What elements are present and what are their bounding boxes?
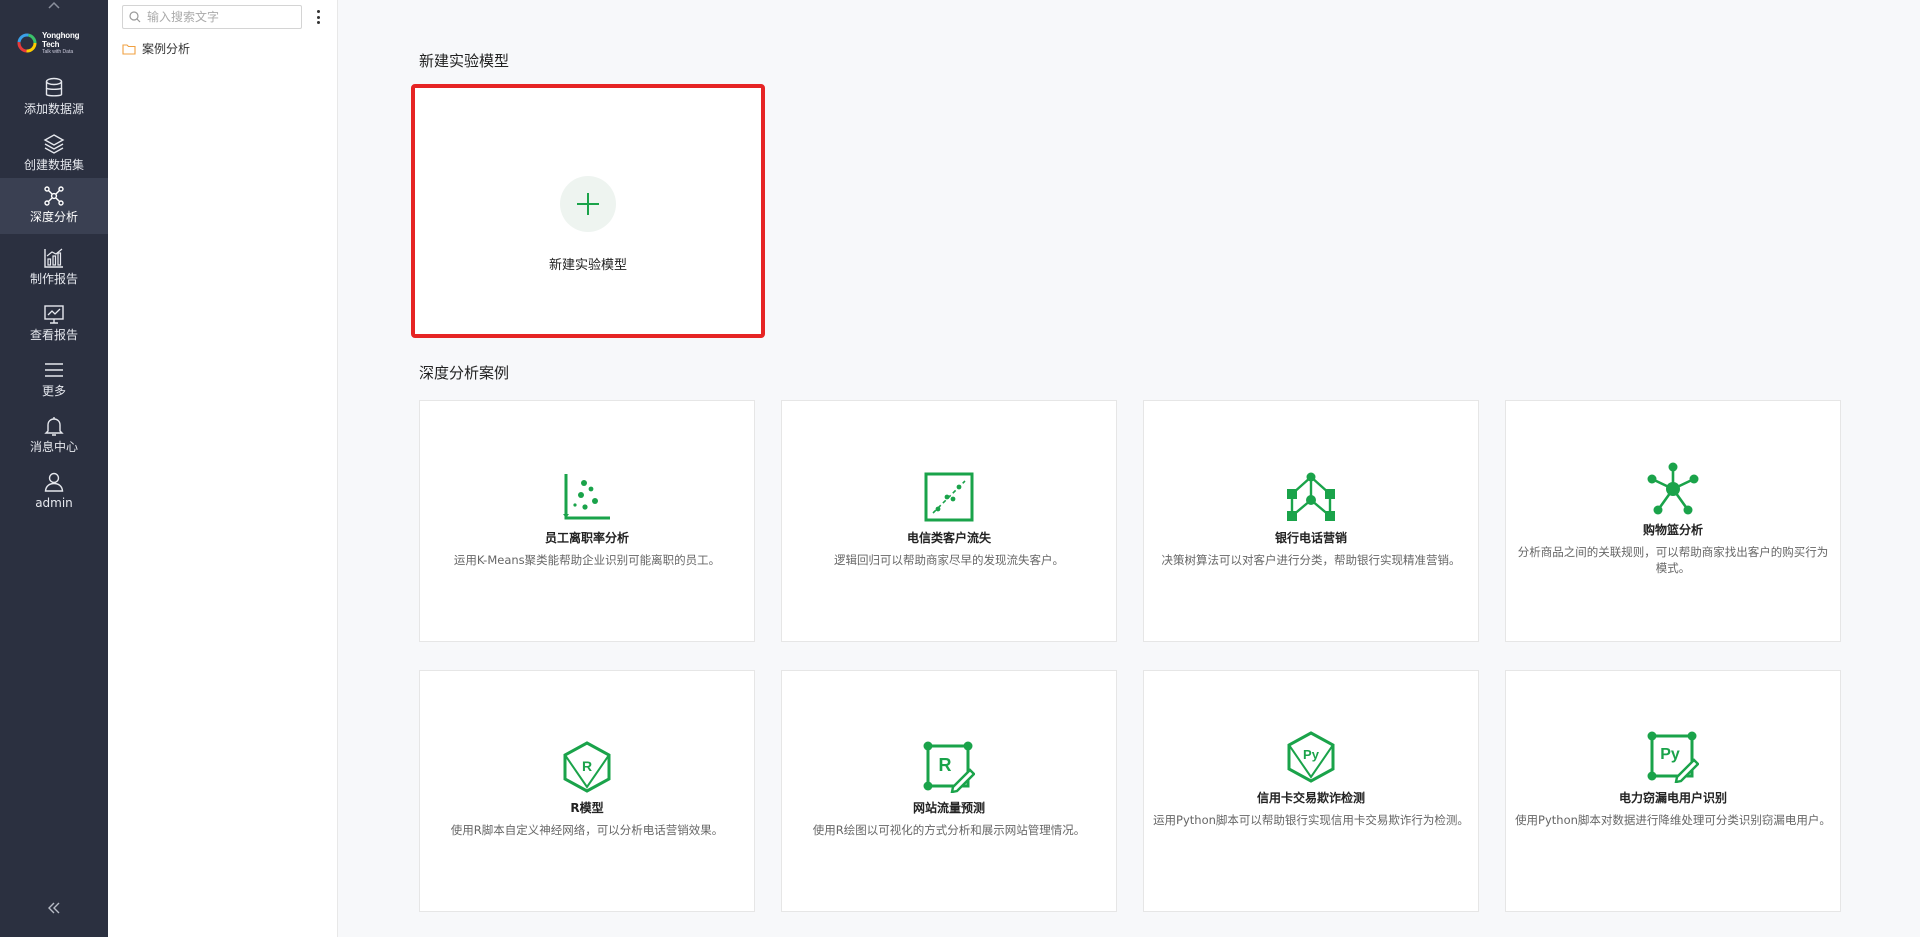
nav-item-add-datasource[interactable]: 添加数据源 <box>0 70 108 126</box>
svg-text:R: R <box>582 758 592 774</box>
nav-label: 制作报告 <box>29 272 78 286</box>
new-model-section-title: 新建实验模型 <box>419 52 510 70</box>
case-desc: 分析商品之间的关联规则，可以帮助商家找出客户的购买行为模式。 <box>1517 545 1829 575</box>
bar-chart-icon <box>44 248 63 268</box>
more-options-icon[interactable] <box>312 8 324 26</box>
main-content: 新建实验模型 新建实验模型 深度分析案例 员工离职率分析 运用K-Means聚类… <box>339 0 1920 937</box>
nav-item-more[interactable]: 更多 <box>0 352 108 408</box>
case-title: R模型 <box>570 801 604 815</box>
decision-tree-icon <box>1283 469 1339 525</box>
r-chart-icon: R <box>921 739 977 795</box>
network-icon <box>44 186 64 206</box>
nav-label: 创建数据集 <box>23 158 84 172</box>
bell-icon <box>44 417 64 436</box>
python-model-icon: Py <box>1283 729 1339 785</box>
chevron-up-icon[interactable] <box>0 0 108 12</box>
new-model-card[interactable]: 新建实验模型 <box>411 84 765 338</box>
nav-item-user[interactable]: admin <box>0 464 108 520</box>
case-title: 信用卡交易欺诈检测 <box>1256 791 1365 805</box>
nav-item-make-report[interactable]: 制作报告 <box>0 240 108 296</box>
nav-label: 查看报告 <box>29 328 78 342</box>
case-desc: 运用Python脚本可以帮助银行实现信用卡交易欺诈行为检测。 <box>1153 813 1469 827</box>
case-title: 购物篮分析 <box>1642 523 1703 537</box>
case-card-market-basket[interactable]: 购物篮分析 分析商品之间的关联规则，可以帮助商家找出客户的购买行为模式。 <box>1505 400 1841 642</box>
nav-label: admin <box>35 496 73 510</box>
tree-folder-case-analysis[interactable]: 案例分析 <box>122 40 190 57</box>
monitor-chart-icon <box>44 305 64 324</box>
left-nav: Yonghong Tech Talk with Data 添加数据源 创建数据集… <box>0 0 108 937</box>
r-model-icon: R <box>559 739 615 795</box>
case-card-credit-fraud[interactable]: Py 信用卡交易欺诈检测 运用Python脚本可以帮助银行实现信用卡交易欺诈行为… <box>1143 670 1479 912</box>
nav-label: 深度分析 <box>29 210 78 224</box>
search-box <box>122 5 302 29</box>
python-chart-icon: Py <box>1645 729 1701 785</box>
tree-panel: 案例分析 <box>108 0 338 937</box>
nav-label: 消息中心 <box>29 440 78 454</box>
svg-text:Py: Py <box>1660 746 1680 763</box>
case-desc: 使用R脚本自定义神经网络，可以分析电话营销效果。 <box>450 823 724 837</box>
regression-icon <box>921 469 977 525</box>
case-desc: 逻辑回归可以帮助商家尽早的发现流失客户。 <box>834 553 1064 567</box>
cases-section-title: 深度分析案例 <box>419 364 510 382</box>
search-input[interactable] <box>147 10 287 24</box>
case-desc: 使用R绘图以可视化的方式分析和展示网站管理情况。 <box>812 823 1086 837</box>
case-title: 网站流量预测 <box>912 801 985 815</box>
brand-name: Yonghong Tech <box>42 31 80 49</box>
search-icon <box>129 11 141 23</box>
case-card-telecom-churn[interactable]: 电信类客户流失 逻辑回归可以帮助商家尽早的发现流失客户。 <box>781 400 1117 642</box>
case-title: 员工离职率分析 <box>544 531 629 545</box>
case-desc: 使用Python脚本对数据进行降维处理可分类识别窃漏电用户。 <box>1515 813 1831 827</box>
case-desc: 运用K-Means聚类能帮助企业识别可能离职的员工。 <box>453 553 721 567</box>
case-card-r-model[interactable]: R R模型 使用R脚本自定义神经网络，可以分析电话营销效果。 <box>419 670 755 912</box>
brand-logo: Yonghong Tech Talk with Data <box>16 22 96 64</box>
case-title: 电信类客户流失 <box>906 531 991 545</box>
menu-icon <box>45 363 63 377</box>
case-card-employee-attrition[interactable]: 员工离职率分析 运用K-Means聚类能帮助企业识别可能离职的员工。 <box>419 400 755 642</box>
scatter-plot-icon <box>559 469 615 525</box>
case-card-bank-telemarketing[interactable]: 银行电话营销 决策树算法可以对客户进行分类，帮助银行实现精准营销。 <box>1143 400 1479 642</box>
nav-item-create-dataset[interactable]: 创建数据集 <box>0 126 108 182</box>
nav-label: 更多 <box>41 384 66 398</box>
database-icon <box>45 77 63 97</box>
folder-icon <box>122 43 136 55</box>
user-icon <box>44 472 64 492</box>
layers-icon <box>43 134 65 154</box>
tree-folder-label: 案例分析 <box>142 42 191 56</box>
logo-icon <box>16 32 38 54</box>
case-title: 电力窃漏电用户识别 <box>1618 791 1727 805</box>
svg-text:Py: Py <box>1303 747 1320 762</box>
case-desc: 决策树算法可以对客户进行分类，帮助银行实现精准营销。 <box>1161 553 1461 567</box>
case-card-electricity-theft[interactable]: Py 电力窃漏电用户识别 使用Python脚本对数据进行降维处理可分类识别窃漏电… <box>1505 670 1841 912</box>
plus-icon <box>560 176 616 232</box>
association-icon <box>1645 461 1701 517</box>
collapse-sidebar-icon[interactable] <box>44 898 64 918</box>
brand-tagline: Talk with Data <box>42 49 74 55</box>
nav-item-view-report[interactable]: 查看报告 <box>0 296 108 352</box>
svg-text:R: R <box>939 755 952 775</box>
nav-item-message-center[interactable]: 消息中心 <box>0 408 108 464</box>
case-card-website-traffic[interactable]: R 网站流量预测 使用R绘图以可视化的方式分析和展示网站管理情况。 <box>781 670 1117 912</box>
nav-label: 添加数据源 <box>23 102 84 116</box>
new-model-label: 新建实验模型 <box>548 258 627 273</box>
case-title: 银行电话营销 <box>1274 531 1347 545</box>
nav-item-deep-analysis[interactable]: 深度分析 <box>0 178 108 234</box>
